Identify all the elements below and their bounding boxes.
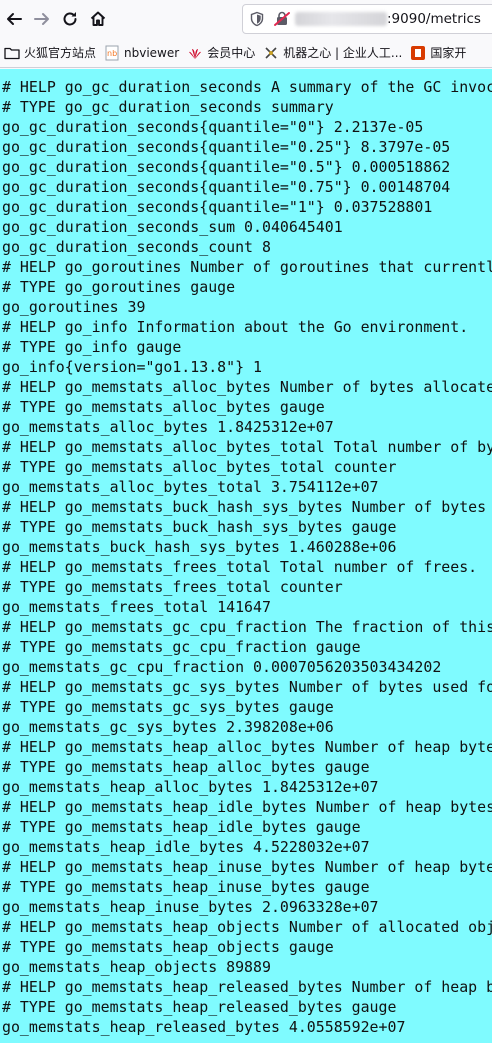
metrics-line: go_info{version="go1.13.8"} 1 [2, 358, 262, 376]
metrics-line: go_memstats_heap_alloc_bytes 1.8425312e+… [2, 778, 379, 796]
back-button[interactable] [0, 5, 28, 33]
bookmark-label: 机器之心 | 企业人工... [283, 46, 403, 60]
metrics-line: # TYPE go_memstats_gc_sys_bytes gauge [2, 698, 334, 716]
insecure-connection-icon[interactable] [273, 11, 291, 27]
shield-icon[interactable] [249, 11, 265, 27]
metrics-line: # TYPE go_memstats_buck_hash_sys_bytes g… [2, 518, 397, 536]
metrics-line: go_gc_duration_seconds_sum 0.040645401 [2, 218, 343, 236]
metrics-line: # HELP go_memstats_alloc_bytes_total Tot… [2, 438, 492, 456]
metrics-line: go_memstats_heap_inuse_bytes 2.0963328e+… [2, 898, 379, 916]
metrics-line: go_memstats_gc_sys_bytes 2.398208e+06 [2, 718, 334, 736]
jiqizhixin-icon [263, 45, 279, 61]
bookmark-firefox-sites[interactable]: 火狐官方站点 [0, 41, 100, 65]
svg-text:nb: nb [107, 49, 117, 58]
metrics-line: # TYPE go_memstats_frees_total counter [2, 578, 343, 596]
metrics-line: go_memstats_frees_total 141647 [2, 598, 271, 616]
metrics-line: # TYPE go_memstats_alloc_bytes_total cou… [2, 458, 397, 476]
metrics-line: go_gc_duration_seconds{quantile="0.75"} … [2, 178, 451, 196]
metrics-line: go_gc_duration_seconds{quantile="0.25"} … [2, 138, 451, 156]
metrics-line: go_gc_duration_seconds_count 8 [2, 238, 271, 256]
metrics-line: # TYPE go_memstats_heap_idle_bytes gauge [2, 818, 361, 836]
metrics-line: go_memstats_alloc_bytes 1.8425312e+07 [2, 418, 334, 436]
bookmark-open-university[interactable]: 国家开 [406, 41, 470, 65]
browser-toolbar: :9090/metrics [0, 0, 492, 38]
url-path: :9090/metrics [387, 11, 481, 27]
metrics-line: go_gc_duration_seconds{quantile="0"} 2.2… [2, 118, 424, 136]
metrics-line: go_memstats_alloc_bytes_total 3.754112e+… [2, 478, 379, 496]
bookmark-label: 会员中心 [207, 46, 256, 60]
bookmark-label: 国家开 [430, 46, 467, 60]
nbviewer-icon: nb [104, 45, 120, 61]
metrics-line: # HELP go_memstats_heap_alloc_bytes Numb… [2, 738, 492, 756]
reload-icon [63, 12, 77, 26]
metrics-line: # TYPE go_memstats_gc_cpu_fraction gauge [2, 638, 361, 656]
metrics-line: go_memstats_heap_objects 89889 [2, 958, 271, 976]
metrics-line: # HELP go_memstats_heap_released_bytes N… [2, 978, 492, 996]
forward-button[interactable] [28, 5, 56, 33]
metrics-line: # TYPE go_goroutines gauge [2, 278, 236, 296]
metrics-line: # HELP go_memstats_frees_total Total num… [2, 558, 478, 576]
forward-arrow-icon [34, 13, 49, 25]
metrics-line: # HELP go_memstats_alloc_bytes Number of… [2, 378, 492, 396]
bookmark-jiqizhixin[interactable]: 机器之心 | 企业人工... [259, 41, 406, 65]
metrics-line: # TYPE go_memstats_alloc_bytes gauge [2, 398, 325, 416]
metrics-line: go_memstats_heap_idle_bytes 4.5228032e+0… [2, 838, 370, 856]
metrics-line: go_memstats_buck_hash_sys_bytes 1.460288… [2, 538, 397, 556]
url-host-redacted [295, 12, 387, 26]
bookmark-huawei-member-center[interactable]: 会员中心 [183, 41, 259, 65]
metrics-line: # HELP go_info Information about the Go … [2, 318, 469, 336]
metrics-line: # HELP go_memstats_gc_cpu_fraction The f… [2, 618, 492, 636]
metrics-line: # HELP go_memstats_gc_sys_bytes Number o… [2, 678, 492, 696]
metrics-line: # HELP go_gc_duration_seconds A summary … [2, 78, 492, 96]
metrics-line: # HELP go_memstats_buck_hash_sys_bytes N… [2, 498, 487, 516]
bookmarks-toolbar: 火狐官方站点 nb nbviewer 会员中心 机器之心 | 企业人工... 国… [0, 38, 492, 68]
bookmark-label: 火狐官方站点 [24, 46, 97, 60]
metrics-line: # TYPE go_memstats_heap_alloc_bytes gaug… [2, 758, 370, 776]
metrics-line: # HELP go_memstats_heap_idle_bytes Numbe… [2, 798, 492, 816]
metrics-line: # TYPE go_memstats_heap_inuse_bytes gaug… [2, 878, 370, 896]
metrics-line: # TYPE go_gc_duration_seconds summary [2, 98, 334, 116]
metrics-line: go_memstats_gc_cpu_fraction 0.0007056203… [2, 658, 442, 676]
bookmark-label: nbviewer [124, 45, 180, 60]
metrics-line: # HELP go_memstats_heap_inuse_bytes Numb… [2, 858, 492, 876]
metrics-line: go_goroutines 39 [2, 298, 146, 316]
folder-icon [4, 45, 20, 61]
huawei-icon [187, 45, 203, 61]
metrics-text: # HELP go_gc_duration_seconds A summary … [2, 77, 492, 1037]
metrics-line: # TYPE go_memstats_heap_objects gauge [2, 938, 334, 956]
metrics-line: # HELP go_goroutines Number of goroutine… [2, 258, 492, 276]
metrics-line: go_gc_duration_seconds{quantile="0.5"} 0… [2, 158, 451, 176]
bookmark-nbviewer[interactable]: nb nbviewer [100, 41, 183, 65]
metrics-line: # TYPE go_memstats_heap_released_bytes g… [2, 998, 397, 1016]
metrics-line: go_memstats_heap_released_bytes 4.055859… [2, 1018, 406, 1036]
home-icon [90, 11, 106, 26]
back-arrow-icon [7, 13, 22, 25]
office-icon [410, 45, 426, 61]
reload-button[interactable] [56, 5, 84, 33]
address-bar[interactable]: :9090/metrics [242, 4, 492, 34]
page-content: # HELP go_gc_duration_seconds A summary … [0, 69, 492, 1043]
metrics-line: go_gc_duration_seconds{quantile="1"} 0.0… [2, 198, 433, 216]
metrics-line: # TYPE go_info gauge [2, 338, 182, 356]
home-button[interactable] [84, 5, 112, 33]
metrics-line: # HELP go_memstats_heap_objects Number o… [2, 918, 492, 936]
